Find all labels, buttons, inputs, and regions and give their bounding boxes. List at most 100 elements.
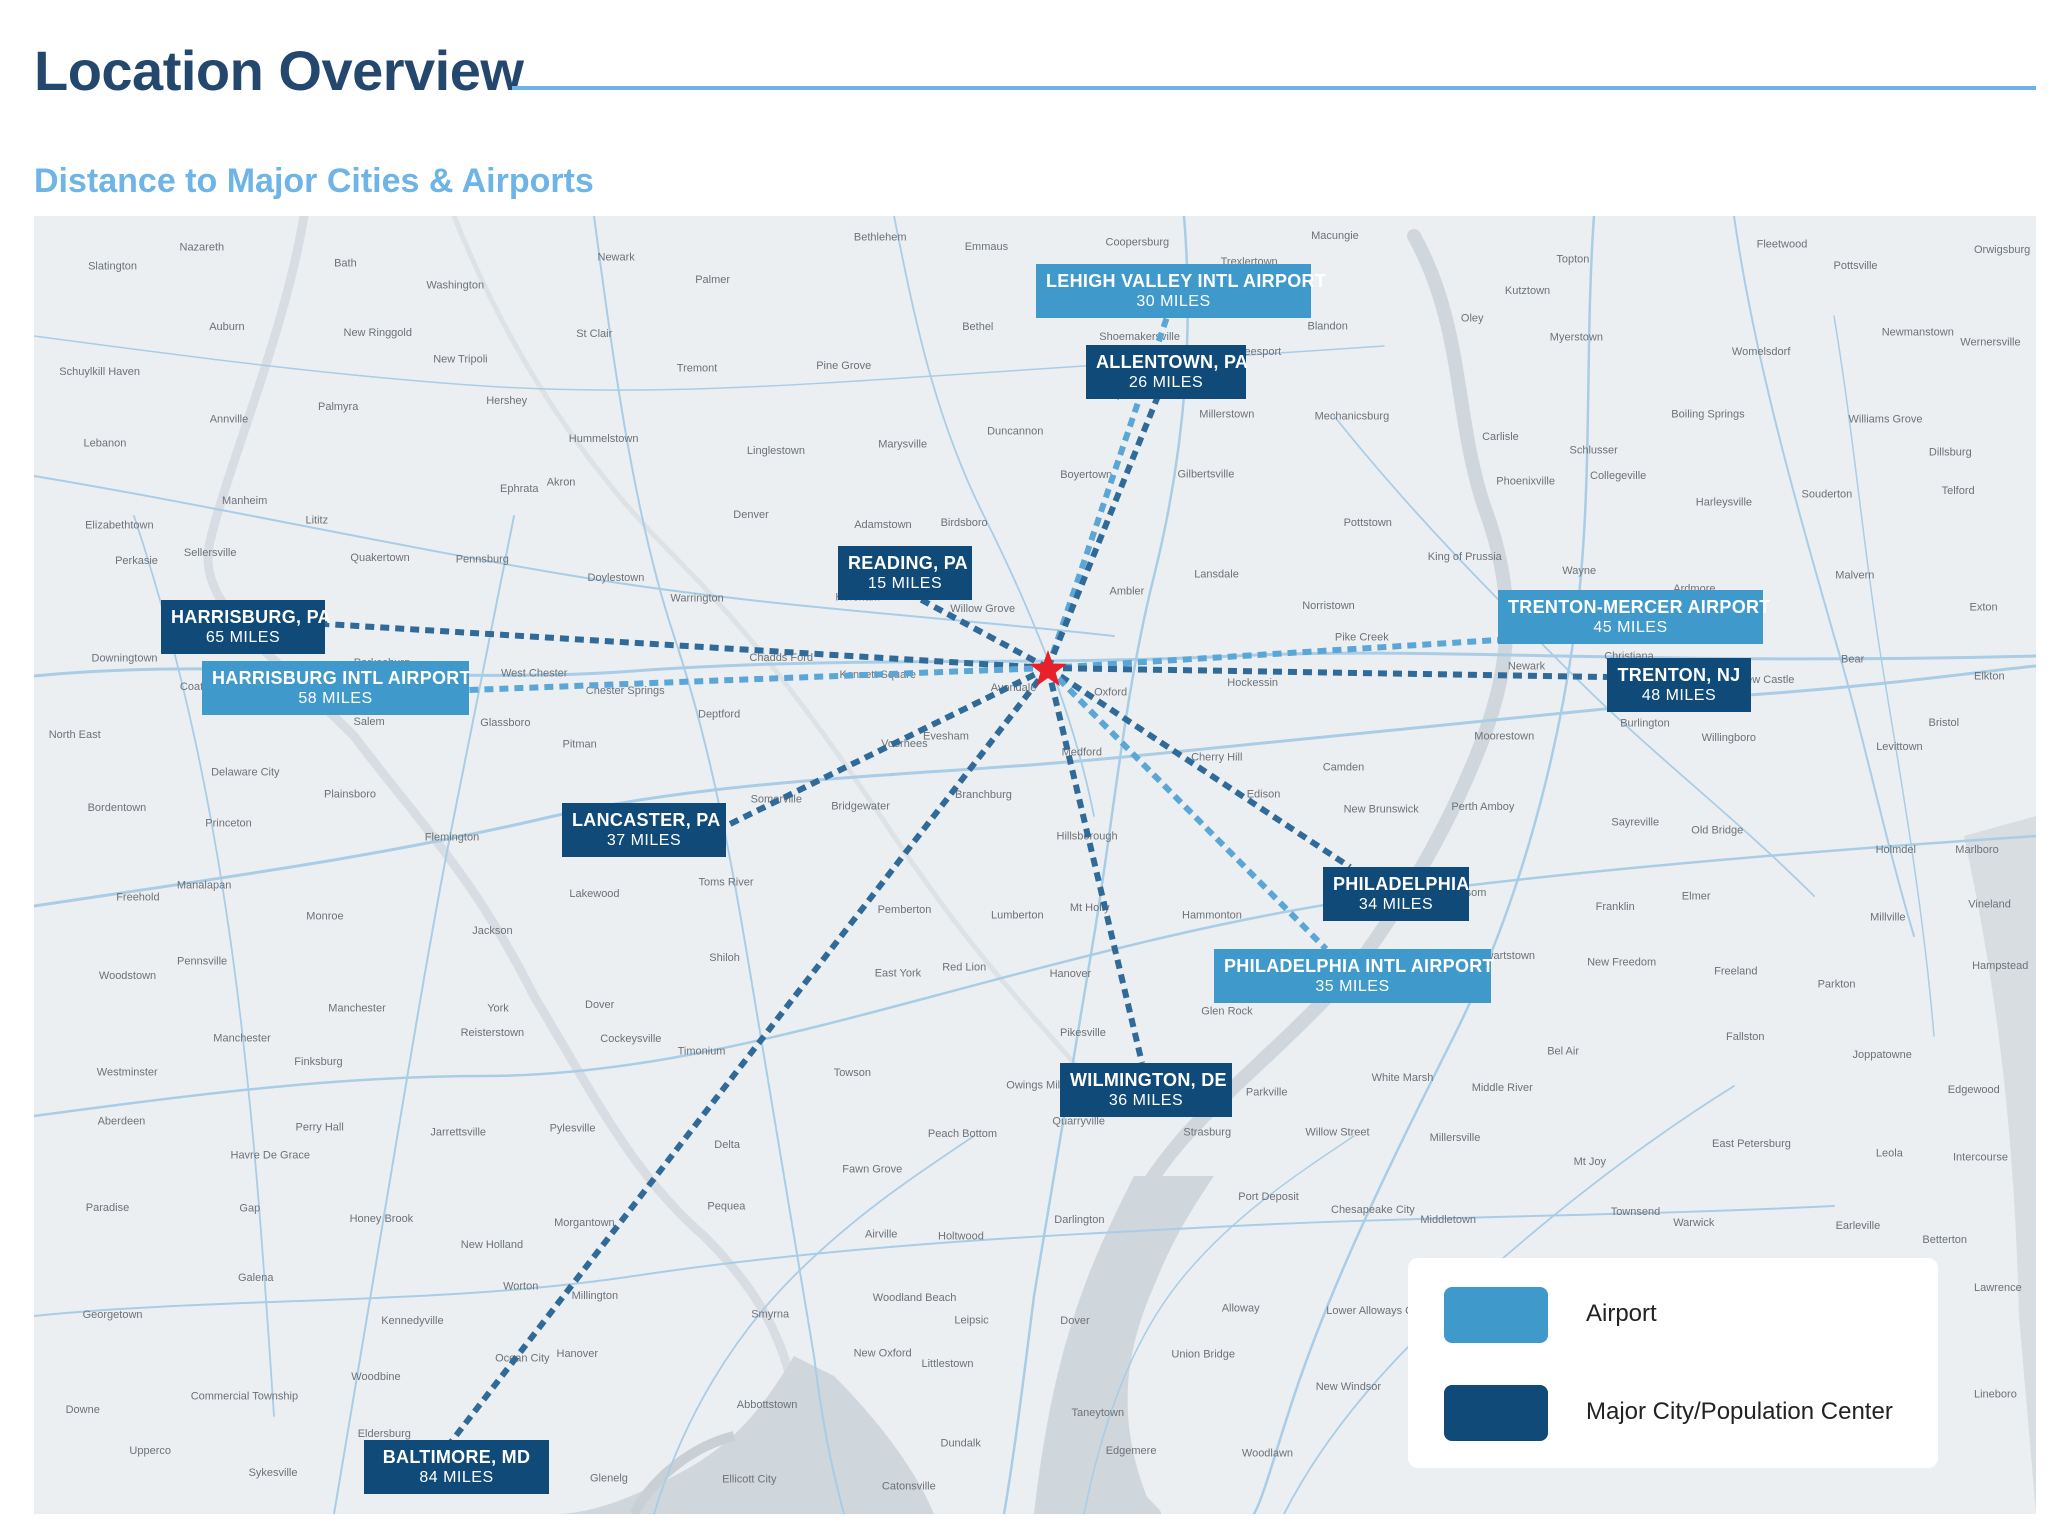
town-label: Taneytown (1072, 1407, 1125, 1419)
town-label: Monroe (306, 910, 343, 922)
label-baltimore-md[interactable]: BALTIMORE, MD 84 MILES (364, 1440, 549, 1494)
town-label: Marysville (878, 439, 927, 451)
town-label: Woodbine (351, 1371, 400, 1383)
town-label: Manchester (328, 1002, 386, 1014)
town-label: Birdsboro (941, 517, 988, 529)
label-lancaster-pa[interactable]: LANCASTER, PA 37 MILES (562, 803, 726, 857)
town-label: Hammonton (1182, 910, 1242, 922)
label-distance-trenton-nj: 48 MILES (1641, 687, 1717, 704)
label-trenton-nj[interactable]: TRENTON, NJ 48 MILES (1607, 658, 1751, 712)
town-label: Williams Grove (1849, 414, 1923, 426)
town-label: Princeton (205, 818, 251, 830)
town-label: Lansdale (1194, 569, 1239, 581)
town-label: Lumberton (991, 910, 1044, 922)
label-philadelphia-intl-airport[interactable]: PHILADELPHIA INTL AIRPORT 35 MILES (1214, 949, 1494, 1003)
town-label: Akron (547, 476, 576, 488)
town-label: Coopersburg (1106, 237, 1170, 249)
label-reading-pa[interactable]: READING, PA 15 MILES (838, 546, 972, 600)
town-label: Wayne (1562, 565, 1596, 577)
legend-swatch-city (1444, 1385, 1548, 1441)
town-label: Orwigsburg (1974, 244, 2030, 256)
town-label: Downingtown (92, 652, 158, 664)
town-label: Port Deposit (1238, 1191, 1299, 1203)
town-label: Quakertown (350, 552, 409, 564)
label-distance-wilmington-de: 36 MILES (1108, 1092, 1184, 1109)
town-label: Hampstead (1972, 960, 2028, 972)
town-label: Annville (210, 413, 249, 425)
label-distance-trenton-mercer-airport: 45 MILES (1593, 619, 1668, 636)
town-label: Hanover (557, 1348, 599, 1360)
label-allentown-pa[interactable]: ALLENTOWN, PA 26 MILES (1086, 345, 1248, 399)
town-label: Havre De Grace (231, 1149, 310, 1161)
town-label: Perkasie (115, 555, 158, 567)
town-label: Camden (1323, 762, 1365, 774)
town-label: Boyertown (1060, 469, 1112, 481)
town-label: Bethel (962, 321, 993, 333)
town-label: Lineboro (1974, 1389, 2017, 1401)
map[interactable]: Slatington Nazareth Bath Washington Newark Pa… (34, 216, 2036, 1514)
town-label: Womelsdorf (1732, 346, 1791, 358)
label-harrisburg-pa[interactable]: HARRISBURG, PA 65 MILES (161, 600, 331, 654)
town-label: Pennsville (177, 956, 227, 968)
town-label: Shiloh (709, 952, 740, 964)
town-label: Morgantown (554, 1217, 615, 1229)
town-label: New Freedom (1587, 956, 1656, 968)
town-label: Gap (239, 1202, 260, 1214)
town-label: Fallston (1726, 1031, 1765, 1043)
label-wilmington-de[interactable]: WILMINGTON, DE 36 MILES (1060, 1063, 1232, 1117)
label-philadelphia[interactable]: PHILADELPHIA 34 MILES (1323, 867, 1469, 921)
legend-label-city: Major City/Population Center (1586, 1398, 1893, 1425)
town-label: Pike Creek (1335, 632, 1389, 644)
label-distance-lancaster-pa: 37 MILES (606, 832, 682, 849)
town-label: Ellicott City (722, 1473, 777, 1485)
town-label: Willow Grove (950, 603, 1015, 615)
town-label: Manalapan (177, 880, 231, 892)
town-label: Sykesville (249, 1467, 298, 1479)
town-label: Voorhees (881, 738, 928, 750)
town-label: Oxford (1094, 686, 1127, 698)
town-label: Commercial Township (191, 1390, 298, 1402)
town-label: Parkton (1818, 978, 1856, 990)
town-label: Jarrettsville (430, 1127, 486, 1139)
legend-swatch-airport (1444, 1287, 1548, 1343)
page-title: Location Overview (34, 39, 524, 102)
town-label: Macungie (1311, 230, 1359, 242)
town-label: East Petersburg (1712, 1138, 1791, 1150)
town-label: North East (49, 729, 101, 741)
town-label: St Clair (576, 328, 612, 340)
red-star-icon[interactable] (1023, 645, 1073, 695)
town-label: Emmaus (965, 241, 1009, 253)
town-label: Cockeysville (600, 1033, 661, 1045)
town-label: Warwick (1673, 1217, 1715, 1229)
town-label: Auburn (209, 321, 244, 333)
town-label: Newark (598, 252, 636, 264)
town-label: Kennedyville (381, 1315, 443, 1327)
town-label: Bridgewater (831, 800, 890, 812)
town-label: New Tripoli (433, 353, 487, 365)
town-label: Sayreville (1611, 817, 1659, 829)
town-label: Carlisle (1482, 431, 1519, 443)
town-label: Hummelstown (569, 433, 639, 445)
label-harrisburg-intl-airport[interactable]: HARRISBURG INTL AIRPORT 58 MILES (202, 661, 471, 715)
label-distance-harrisburg-intl-airport: 58 MILES (298, 690, 373, 707)
town-label: Strasburg (1183, 1127, 1231, 1139)
town-label: Chesapeake City (1331, 1204, 1415, 1216)
town-label: Plainsboro (324, 789, 376, 801)
town-label: Downe (66, 1404, 100, 1416)
town-label: Townsend (1611, 1206, 1661, 1218)
town-label: Glen Rock (1201, 1006, 1253, 1018)
town-label: Dover (585, 999, 615, 1011)
label-lehigh-valley-intl-airport[interactable]: LEHIGH VALLEY INTL AIRPORT 30 MILES (1036, 264, 1326, 318)
town-label: Pequea (707, 1201, 746, 1213)
town-label: Lititz (306, 515, 329, 527)
label-distance-philadelphia-intl-airport: 35 MILES (1315, 978, 1390, 995)
town-label: Telford (1942, 485, 1975, 497)
map-legend: Airport Major City/Population Center (1408, 1258, 1938, 1468)
label-distance-reading-pa: 15 MILES (867, 575, 943, 592)
town-label: Elizabethtown (85, 519, 154, 531)
town-label: Duncannon (987, 425, 1043, 437)
town-label: New Holland (461, 1239, 523, 1251)
label-trenton-mercer-airport[interactable]: TRENTON-MERCER AIRPORT 45 MILES (1498, 590, 1770, 644)
town-label: Manheim (222, 495, 267, 507)
label-distance-allentown-pa: 26 MILES (1128, 374, 1204, 391)
